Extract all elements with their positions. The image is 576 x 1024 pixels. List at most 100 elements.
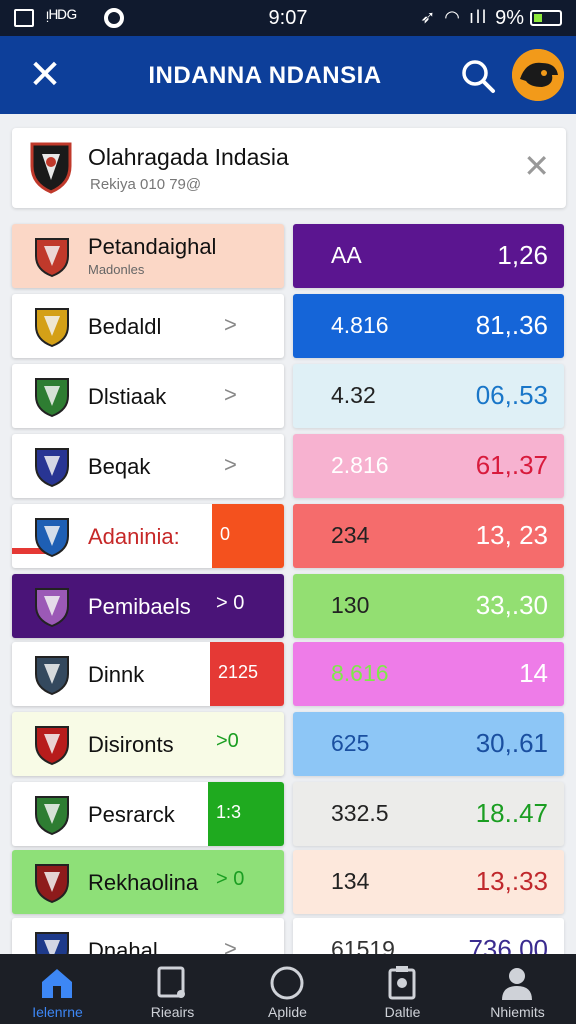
odds-cell[interactable]: 234 13, 23 bbox=[293, 504, 564, 568]
score-badge-label: 1:3 bbox=[216, 802, 242, 822]
nav-tablet[interactable]: Rieairs bbox=[115, 954, 230, 1024]
team-cell[interactable]: Dinnk 2125 bbox=[12, 642, 284, 706]
team-name: Petandaighal bbox=[88, 234, 217, 259]
bottom-nav: Ielenrne Rieairs Aplide Daltie Nhiemits bbox=[0, 954, 576, 1024]
circle-icon bbox=[270, 966, 304, 1000]
odds-value-right: 13,:33 bbox=[475, 866, 548, 896]
odds-value-right: 33,.30 bbox=[475, 590, 548, 620]
clipboard-icon bbox=[388, 966, 416, 1000]
odds-cell[interactable]: 4.32 06,.53 bbox=[293, 364, 564, 428]
battery-icon bbox=[530, 10, 562, 26]
chevron-right-icon: > bbox=[224, 452, 237, 477]
team-name: Beqak bbox=[88, 454, 151, 479]
team-crest-icon bbox=[35, 238, 69, 278]
team-name: Bedaldl bbox=[88, 314, 162, 339]
table-row[interactable]: Pesrarck 1:3 332.5 18..47 bbox=[0, 782, 576, 846]
table-row[interactable]: Adaninia: 0 234 13, 23 bbox=[0, 504, 576, 568]
team-cell[interactable]: Beqak > bbox=[12, 434, 284, 498]
team-name: Adaninia: bbox=[88, 524, 180, 549]
chevron-right-icon: > bbox=[224, 382, 237, 407]
nav-label: Rieairs bbox=[150, 1004, 195, 1020]
team-cell[interactable]: Dlstiaak > bbox=[12, 364, 284, 428]
odds-value-left: AA bbox=[331, 242, 362, 268]
odds-cell[interactable]: 130 33,.30 bbox=[293, 574, 564, 638]
odds-value-left: 130 bbox=[331, 592, 370, 618]
team-crest-icon bbox=[35, 656, 69, 696]
team-name: Pesrarck bbox=[88, 802, 175, 827]
score-badge-label: 0 bbox=[220, 524, 231, 544]
status-bar: ᵎᴴᴰᴳ 9:07 ➶ ◠ ıll 9% bbox=[0, 0, 576, 36]
team-league: Madonles bbox=[88, 262, 145, 277]
signal-wifi-icons: ➶ ◠ ıll bbox=[420, 7, 488, 27]
odds-value-right: 30,.61 bbox=[475, 728, 548, 758]
team-name: Pemibaels bbox=[88, 594, 191, 619]
odds-cell[interactable]: 4.816 81,.36 bbox=[293, 294, 564, 358]
team-cell[interactable]: Petandaighal Madonles bbox=[12, 224, 284, 288]
nav-clipboard[interactable]: Daltie bbox=[345, 954, 460, 1024]
app-bar: ✕ INDANNA NDANSIA bbox=[0, 36, 576, 114]
team-crest-icon bbox=[35, 864, 69, 904]
odds-value-right: 61,.37 bbox=[475, 450, 548, 480]
odds-value-right: 18..47 bbox=[475, 798, 548, 828]
table-row[interactable]: Pemibaels > 0 130 33,.30 bbox=[0, 574, 576, 638]
nav-profile[interactable]: Nhiemits bbox=[460, 954, 575, 1024]
odds-value-right: 81,.36 bbox=[475, 310, 548, 340]
team-crest-icon bbox=[35, 518, 69, 558]
team-cell[interactable]: Pemibaels > 0 bbox=[12, 574, 284, 638]
row-tag: >0 bbox=[216, 730, 239, 752]
profile-icon bbox=[502, 968, 532, 1000]
nav-circle[interactable]: Aplide bbox=[230, 954, 345, 1024]
home-icon bbox=[42, 969, 72, 998]
odds-value-left: 234 bbox=[331, 522, 370, 548]
nav-label: Nhiemits bbox=[490, 1004, 545, 1020]
odds-cell[interactable]: 625 30,.61 bbox=[293, 712, 564, 776]
team-cell[interactable]: Pesrarck 1:3 bbox=[12, 782, 284, 846]
table-row[interactable]: Rekhaolina > 0 134 13,:33 bbox=[0, 850, 576, 914]
odds-value-right: 1,26 bbox=[497, 240, 548, 270]
league-crest-icon bbox=[30, 142, 72, 194]
clock: 9:07 bbox=[268, 7, 308, 29]
odds-cell[interactable]: 134 13,:33 bbox=[293, 850, 564, 914]
table-row[interactable]: Dlstiaak > 4.32 06,.53 bbox=[0, 364, 576, 428]
team-cell[interactable]: Disironts >0 bbox=[12, 712, 284, 776]
odds-value-left: 8.616 bbox=[331, 660, 389, 686]
nav-home[interactable]: Ielenrne bbox=[0, 954, 115, 1024]
team-crest-icon bbox=[35, 796, 69, 836]
league-name: Olahragada Indasia bbox=[88, 144, 289, 170]
odds-value-left: 2.816 bbox=[331, 452, 389, 478]
team-crest-icon bbox=[35, 726, 69, 766]
odds-value-left: 4.816 bbox=[331, 312, 389, 338]
table-row[interactable]: Beqak > 2.816 61,.37 bbox=[0, 434, 576, 498]
table-row[interactable]: Bedaldl > 4.816 81,.36 bbox=[0, 294, 576, 358]
odds-cell[interactable]: 8.616 14 bbox=[293, 642, 564, 706]
odds-cell[interactable]: AA 1,26 bbox=[293, 224, 564, 288]
team-crest-icon bbox=[35, 378, 69, 418]
team-cell[interactable]: Adaninia: 0 bbox=[12, 504, 284, 568]
dismiss-icon[interactable]: ✕ bbox=[523, 150, 550, 182]
table-row[interactable]: Dinnk 2125 8.616 14 bbox=[0, 642, 576, 706]
odds-cell[interactable]: 2.816 61,.37 bbox=[293, 434, 564, 498]
nav-label: Daltie bbox=[384, 1004, 421, 1020]
team-name: Dlstiaak bbox=[88, 384, 167, 409]
table-row[interactable]: Petandaighal Madonles AA 1,26 bbox=[0, 224, 576, 288]
team-cell[interactable]: Rekhaolina > 0 bbox=[12, 850, 284, 914]
team-name: Dinnk bbox=[88, 662, 145, 687]
odds-value-right: 14 bbox=[519, 658, 548, 688]
nav-label: Aplide bbox=[268, 1004, 307, 1020]
team-name: Disironts bbox=[88, 732, 174, 757]
league-subtitle: Rekiya 010 79@ bbox=[90, 176, 202, 193]
score-badge-label: 2125 bbox=[218, 662, 259, 682]
table-row[interactable]: Disironts >0 625 30,.61 bbox=[0, 712, 576, 776]
league-card[interactable]: Olahragada Indasia Rekiya 010 79@ ✕ bbox=[12, 128, 566, 208]
avatar[interactable] bbox=[512, 49, 564, 101]
odds-value-left: 332.5 bbox=[331, 800, 389, 826]
row-tag: > 0 bbox=[216, 592, 245, 614]
odds-value-right: 13, 23 bbox=[475, 520, 548, 550]
odds-value-left: 134 bbox=[331, 868, 370, 894]
team-crest-icon bbox=[35, 308, 69, 348]
battery-percent: 9% bbox=[495, 7, 524, 29]
odds-cell[interactable]: 332.5 18..47 bbox=[293, 782, 564, 846]
team-cell[interactable]: Bedaldl > bbox=[12, 294, 284, 358]
search-icon[interactable] bbox=[460, 58, 496, 94]
close-icon[interactable]: ✕ bbox=[24, 54, 66, 96]
